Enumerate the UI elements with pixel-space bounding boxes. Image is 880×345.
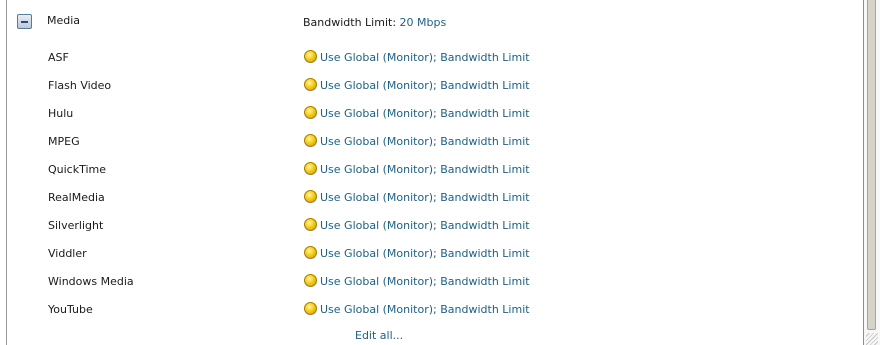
app-name: Hulu (48, 107, 74, 120)
policy-link[interactable]: Use Global (Monitor); Bandwidth Limit (304, 302, 530, 318)
policy-link[interactable]: Use Global (Monitor); Bandwidth Limit (304, 162, 530, 178)
yellow-circle-icon (304, 134, 317, 147)
summary-value: 20 Mbps (399, 16, 447, 29)
summary-label: Bandwidth Limit: (303, 16, 400, 29)
policy-text[interactable]: Use Global (Monitor); Bandwidth Limit (320, 79, 530, 92)
collapse-minus-icon[interactable] (17, 14, 32, 29)
list-item-asf: ASF Use Global (Monitor); Bandwidth Limi… (7, 44, 863, 72)
list-item-realmedia: RealMedia Use Global (Monitor); Bandwidt… (7, 184, 863, 212)
yellow-circle-icon (304, 274, 317, 287)
app-name: ASF (48, 51, 69, 64)
list-item-silverlight: Silverlight Use Global (Monitor); Bandwi… (7, 212, 863, 240)
policy-text[interactable]: Use Global (Monitor); Bandwidth Limit (320, 275, 530, 288)
yellow-circle-icon (304, 162, 317, 175)
yellow-circle-icon (304, 246, 317, 259)
policy-text[interactable]: Use Global (Monitor); Bandwidth Limit (320, 219, 530, 232)
policy-text[interactable]: Use Global (Monitor); Bandwidth Limit (320, 247, 530, 260)
policy-text[interactable]: Use Global (Monitor); Bandwidth Limit (320, 135, 530, 148)
yellow-circle-icon (304, 78, 317, 91)
edit-all-link[interactable]: Edit all... (355, 329, 403, 343)
list-item-quicktime: QuickTime Use Global (Monitor); Bandwidt… (7, 156, 863, 184)
policy-link[interactable]: Use Global (Monitor); Bandwidth Limit (304, 134, 530, 150)
yellow-circle-icon (304, 218, 317, 231)
list-item-mpeg: MPEG Use Global (Monitor); Bandwidth Lim… (7, 128, 863, 156)
app-name: Silverlight (48, 219, 104, 232)
app-name: RealMedia (48, 191, 105, 204)
policy-link[interactable]: Use Global (Monitor); Bandwidth Limit (304, 274, 530, 290)
policy-text[interactable]: Use Global (Monitor); Bandwidth Limit (320, 303, 530, 316)
policy-link[interactable]: Use Global (Monitor); Bandwidth Limit (304, 218, 530, 234)
group-bandwidth-summary: Bandwidth Limit: 20 Mbps (303, 16, 446, 30)
policy-link[interactable]: Use Global (Monitor); Bandwidth Limit (304, 50, 530, 66)
policy-text[interactable]: Use Global (Monitor); Bandwidth Limit (320, 107, 530, 120)
policy-link[interactable]: Use Global (Monitor); Bandwidth Limit (304, 190, 530, 206)
policy-link[interactable]: Use Global (Monitor); Bandwidth Limit (304, 246, 530, 262)
yellow-circle-icon (304, 106, 317, 119)
yellow-circle-icon (304, 50, 317, 63)
group-title: Media (47, 14, 81, 27)
app-name: QuickTime (48, 163, 107, 176)
policy-text[interactable]: Use Global (Monitor); Bandwidth Limit (320, 163, 530, 176)
list-item-viddler: Viddler Use Global (Monitor); Bandwidth … (7, 240, 863, 268)
policy-link[interactable]: Use Global (Monitor); Bandwidth Limit (304, 106, 530, 122)
app-name: YouTube (48, 303, 93, 316)
app-name: MPEG (48, 135, 80, 148)
yellow-circle-icon (304, 302, 317, 315)
media-policy-panel: Media Bandwidth Limit: 20 Mbps ASF Use G… (0, 0, 880, 345)
app-name: Windows Media (48, 275, 134, 288)
app-name: Flash Video (48, 79, 112, 92)
list-item-hulu: Hulu Use Global (Monitor); Bandwidth Lim… (7, 100, 863, 128)
yellow-circle-icon (304, 190, 317, 203)
list-item-flash-video: Flash Video Use Global (Monitor); Bandwi… (7, 72, 863, 100)
resize-grip-icon[interactable] (866, 333, 878, 345)
policy-text[interactable]: Use Global (Monitor); Bandwidth Limit (320, 191, 530, 204)
list-item-youtube: YouTube Use Global (Monitor); Bandwidth … (7, 296, 863, 324)
list-item-windows-media: Windows Media Use Global (Monitor); Band… (7, 268, 863, 296)
policy-text[interactable]: Use Global (Monitor); Bandwidth Limit (320, 51, 530, 64)
app-name: Viddler (48, 247, 87, 260)
scrollbar-thumb[interactable] (867, 0, 876, 330)
policy-link[interactable]: Use Global (Monitor); Bandwidth Limit (304, 78, 530, 94)
